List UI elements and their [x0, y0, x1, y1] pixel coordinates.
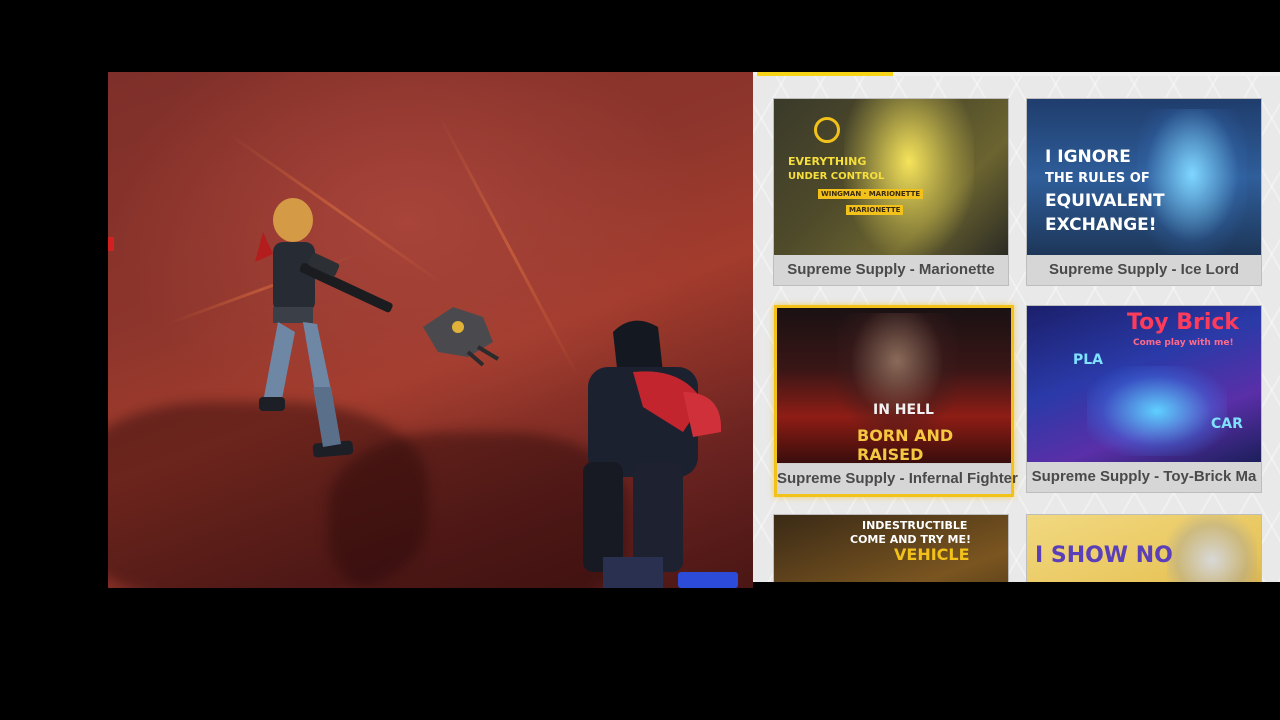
card-label: Supreme Supply - Infernal Fighter	[777, 464, 1018, 494]
card-art: IN HELL BORN AND RAISED	[777, 308, 1011, 463]
card-art: I SHOW NO	[1027, 515, 1261, 582]
art-text: BORN AND RAISED	[857, 426, 954, 463]
card-label: Supreme Supply - Toy-Brick Ma	[1027, 462, 1261, 492]
supply-card-vehicle[interactable]: INDESTRUCTIBLE COME AND TRY ME! VEHICLE	[773, 514, 1009, 582]
spiral-icon	[814, 117, 840, 143]
art-text: I IGNORE	[1045, 147, 1131, 167]
art-text: IN HELL	[873, 402, 934, 418]
hud-badge	[678, 572, 738, 588]
supply-card-marionette[interactable]: EVERYTHING UNDER CONTROL WINGMAN · MARIO…	[773, 98, 1009, 286]
supply-shop-panel: EVERYTHING UNDER CONTROL WINGMAN · MARIO…	[753, 72, 1280, 582]
art-text: Come play with me!	[1133, 338, 1234, 348]
card-art: EVERYTHING UNDER CONTROL WINGMAN · MARIO…	[774, 99, 1008, 256]
art-text: EVERYTHING	[788, 155, 867, 168]
art-text: INDESTRUCTIBLE	[862, 519, 968, 532]
supply-card-ice-lord[interactable]: I IGNORE THE RULES OF EQUIVALENT EXCHANG…	[1026, 98, 1262, 286]
damage-indicator	[108, 237, 114, 251]
art-text: THE RULES OF	[1045, 171, 1150, 186]
art-text: EQUIVALENT	[1045, 191, 1165, 211]
art-text: PLA	[1073, 352, 1104, 368]
art-text: EXCHANGE!	[1045, 215, 1157, 235]
art-text: UNDER CONTROL	[788, 171, 885, 182]
card-art: Toy Brick Come play with me! PLA CAR	[1027, 306, 1261, 463]
player-character	[255, 198, 393, 458]
card-label: Supreme Supply - Marionette	[774, 255, 1008, 285]
active-tab-indicator	[757, 72, 893, 76]
toy-car-figure	[1087, 366, 1227, 456]
art-text: CAR	[1211, 416, 1243, 432]
robot-figure	[1167, 515, 1257, 582]
supply-card-show-no[interactable]: I SHOW NO	[1026, 514, 1262, 582]
art-text: VEHICLE	[894, 545, 970, 564]
supply-card-infernal-fighter[interactable]: IN HELL BORN AND RAISED Supreme Supply -…	[774, 305, 1018, 497]
drone-creature	[423, 307, 500, 367]
supply-card-toy-brick[interactable]: Toy Brick Come play with me! PLA CAR Sup…	[1026, 305, 1262, 493]
card-art: I IGNORE THE RULES OF EQUIVALENT EXCHANG…	[1027, 99, 1261, 256]
card-art: INDESTRUCTIBLE COME AND TRY ME! VEHICLE	[774, 515, 1008, 582]
art-text: Toy Brick	[1127, 310, 1240, 335]
art-text: WINGMAN · MARIONETTE	[818, 189, 924, 199]
teammate-character	[583, 320, 722, 588]
art-text: MARIONETTE	[846, 205, 904, 215]
game-viewport[interactable]	[108, 72, 753, 588]
card-label: Supreme Supply - Ice Lord	[1027, 255, 1261, 285]
art-text: I SHOW NO	[1035, 543, 1173, 568]
